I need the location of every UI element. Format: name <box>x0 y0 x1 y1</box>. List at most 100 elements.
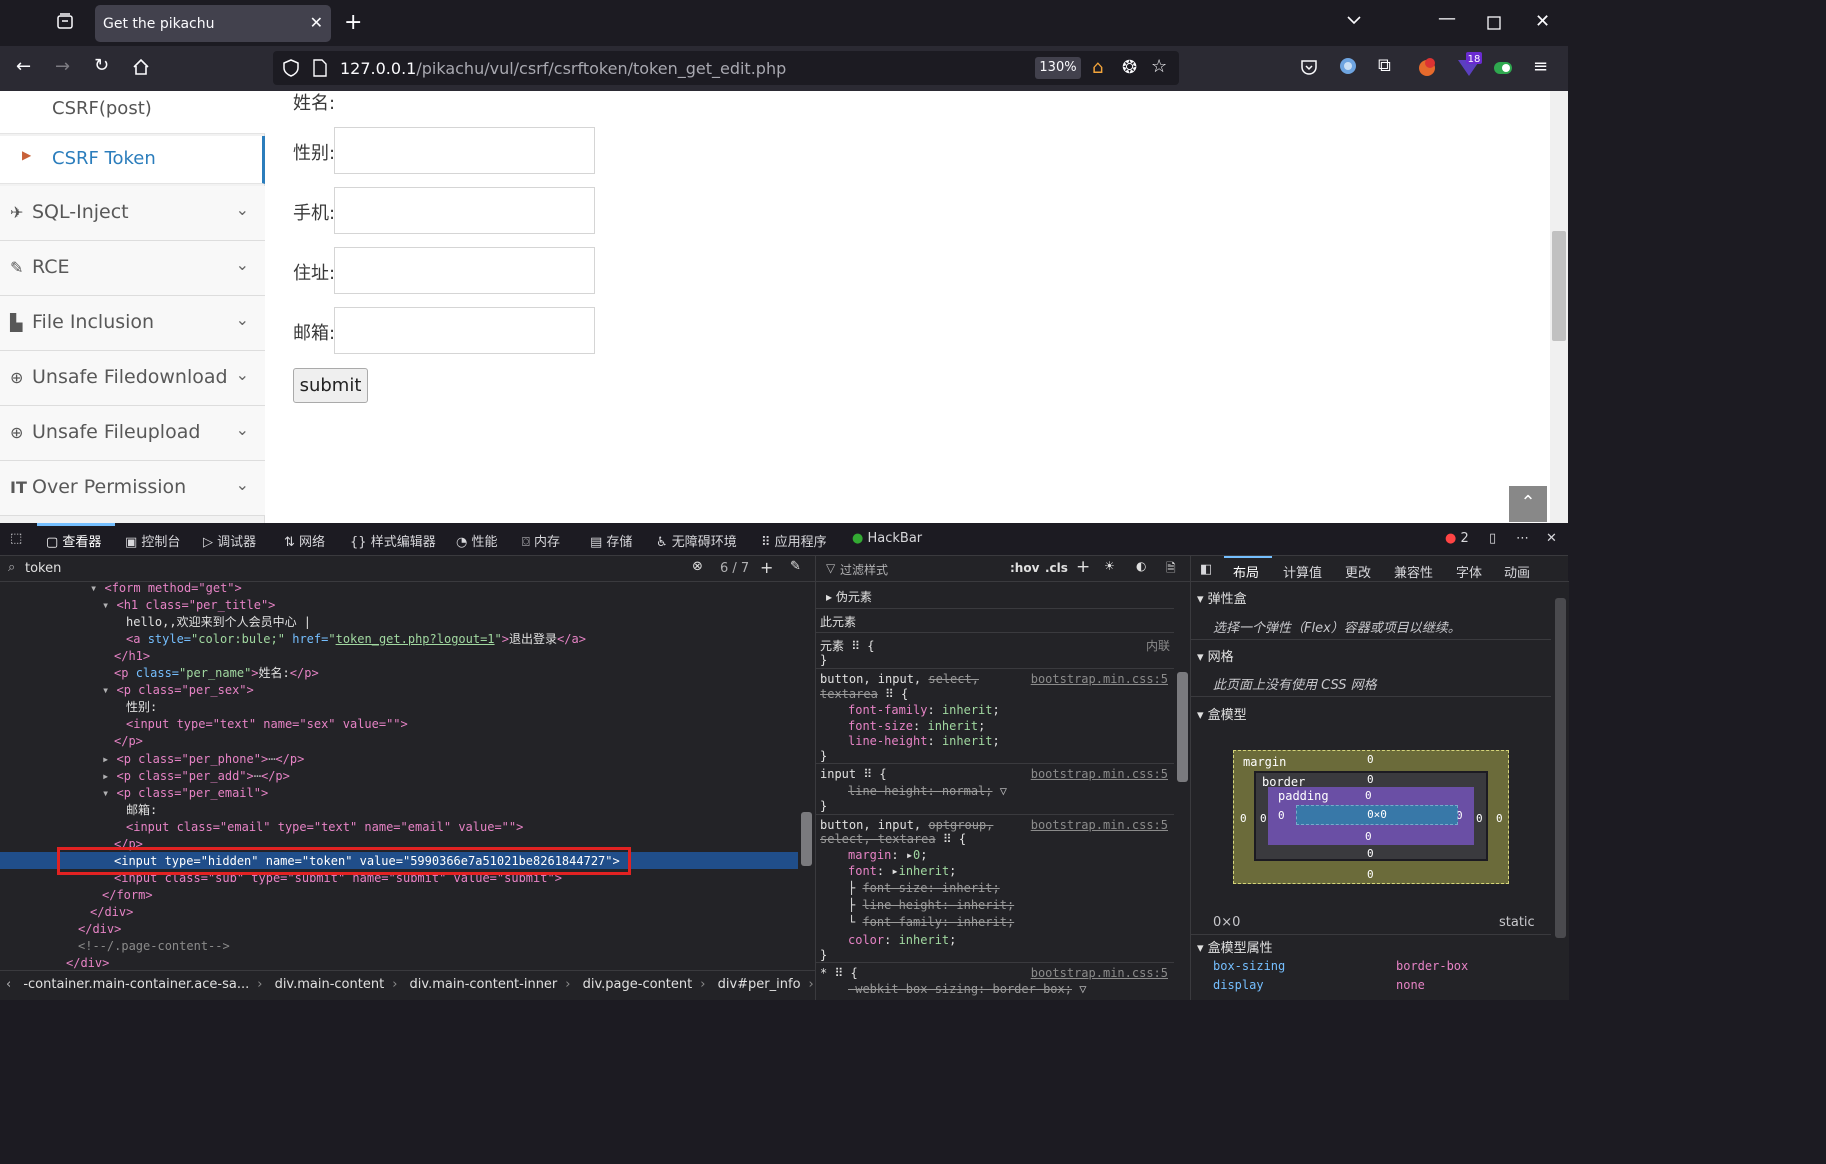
fingerprint-icon[interactable]: ❂ <box>1122 57 1137 78</box>
search-input[interactable]: token <box>25 561 61 576</box>
layout-scrollbar-thumb[interactable] <box>1555 598 1566 938</box>
filter-icon[interactable]: ▽ <box>1000 784 1007 798</box>
stylesheet-link[interactable]: bootstrap.min.css:5 <box>1031 767 1168 781</box>
expand-arrow-icon[interactable]: ▸ <box>906 848 913 862</box>
rule-selector[interactable]: button, input, optgroup, <box>820 818 993 832</box>
new-tab-icon[interactable]: + <box>344 10 362 35</box>
maximize-icon[interactable] <box>1487 14 1501 35</box>
markup-line[interactable]: ▸ <p class="per_add">⋯</p> <box>102 768 290 785</box>
add-rule-icon[interactable]: + <box>1076 557 1090 577</box>
markup-line[interactable]: </h1> <box>114 648 150 665</box>
eyedropper-icon[interactable]: ✎ <box>790 559 801 574</box>
expand-arrow-icon[interactable]: ▸ <box>891 864 898 878</box>
sidebar-item-csrf-token[interactable]: ▶ CSRF Token <box>0 136 265 184</box>
expand-arrow-icon[interactable]: ▾ <box>90 581 97 595</box>
bookmark-star-icon[interactable]: ☆ <box>1151 56 1167 77</box>
tab-performance[interactable]: ◔ 性能 <box>456 531 498 550</box>
css-declaration[interactable]: font: ▸inherit; <box>848 864 956 878</box>
hamburger-menu-icon[interactable]: ≡ <box>1533 56 1548 77</box>
ellipsis-icon[interactable]: ⋯ <box>268 752 275 766</box>
minimize-icon[interactable]: — <box>1438 8 1456 29</box>
ellipsis-icon[interactable]: ⋯ <box>254 769 261 783</box>
markup-line[interactable]: </p> <box>114 733 143 750</box>
toggle-extension-icon[interactable] <box>1494 59 1512 80</box>
print-media-icon[interactable]: 🗎 <box>1166 559 1176 580</box>
markup-line[interactable]: ▾ <p class="per_sex"> <box>102 682 254 699</box>
browser-tab[interactable]: Get the pikachu ✕ <box>95 5 331 42</box>
markup-line[interactable]: </div> <box>90 904 133 921</box>
close-devtools-icon[interactable]: ✕ <box>1546 531 1557 546</box>
globe-icon[interactable] <box>1339 57 1357 80</box>
tab-style-editor[interactable]: {} 样式编辑器 <box>350 531 436 550</box>
tab-inspector[interactable]: ▢ 查看器 <box>46 531 101 550</box>
tab-hackbar[interactable]: ● HackBar <box>852 531 922 546</box>
markup-line[interactable]: <p class="per_name">姓名:</p> <box>114 665 319 682</box>
border-left-value[interactable]: 0 <box>1260 812 1267 825</box>
phone-input[interactable] <box>334 187 595 234</box>
sidebar-menu-rce[interactable]: ✎ RCE ⌄ <box>0 241 265 296</box>
forward-icon[interactable]: → <box>55 56 70 77</box>
markup-line[interactable]: </form> <box>102 887 153 904</box>
home-icon[interactable] <box>132 58 150 81</box>
markup-view[interactable]: ▾ <form method="get"> ▾ <h1 class="per_t… <box>0 580 798 970</box>
light-mode-icon[interactable]: ☀ <box>1104 559 1115 573</box>
error-count[interactable]: ● 2 <box>1445 531 1469 546</box>
rule-selector[interactable]: button, input, select, <box>820 672 979 686</box>
filter-icon[interactable]: ▽ <box>1079 982 1086 996</box>
stylesheet-link[interactable]: bootstrap.min.css:5 <box>1031 672 1168 686</box>
border-top-value[interactable]: 0 <box>1367 773 1374 786</box>
tab-application[interactable]: ⠿ 应用程序 <box>761 531 827 550</box>
page-scrollbar[interactable] <box>1550 91 1568 523</box>
css-declaration-overridden[interactable]: -webkit-box-sizing: border-box; ▽ <box>848 982 1086 996</box>
add-node-icon[interactable]: + <box>760 558 773 577</box>
toggle-sidebar-icon[interactable]: ◧ <box>1200 562 1212 577</box>
markup-line[interactable]: ▾ <form method="get"> <box>90 580 242 597</box>
close-window-icon[interactable]: ✕ <box>1535 11 1550 32</box>
markup-line[interactable]: </div> <box>78 921 121 938</box>
submit-button[interactable]: submit <box>293 368 368 403</box>
breadcrumb-item[interactable]: div.page-content <box>583 977 693 992</box>
css-declaration-overridden[interactable]: line-height: normal; ▽ <box>848 784 1007 798</box>
tab-computed[interactable]: 计算值 <box>1283 562 1322 581</box>
markup-comment[interactable]: <!--/.page-content--> <box>78 938 230 955</box>
margin-top-value[interactable]: 0 <box>1367 753 1374 766</box>
stylesheet-link[interactable]: bootstrap.min.css:5 <box>1031 966 1168 980</box>
element-rule-selector[interactable]: 元素 ⠿ { <box>820 637 874 654</box>
box-model-margin[interactable]: margin 0 0 0 0 border 0 0 0 0 padding 0 … <box>1233 750 1509 884</box>
breadcrumb-item[interactable]: div.main-content <box>275 977 385 992</box>
pseudo-elements-header[interactable]: ▸ 伪元素 <box>826 588 872 605</box>
clear-search-icon[interactable]: ⊗ <box>692 559 703 574</box>
dock-icon[interactable]: ▯ <box>1489 531 1496 546</box>
border-right-value[interactable]: 0 <box>1476 812 1483 825</box>
url-bar[interactable]: 127.0.0.1/pikachu/vul/csrf/csrftoken/tok… <box>273 51 1179 85</box>
tab-changes[interactable]: 更改 <box>1345 562 1371 581</box>
filter-styles-input[interactable]: 过滤样式 <box>840 561 888 578</box>
box-model-properties-header[interactable]: ▾ 盒模型属性 <box>1197 937 1273 956</box>
markup-scrollbar[interactable] <box>798 582 815 970</box>
page-scrollbar-thumb[interactable] <box>1552 231 1566 341</box>
tab-layout[interactable]: 布局 <box>1233 562 1259 581</box>
back-to-top-button[interactable]: ⌃ <box>1509 486 1547 522</box>
css-subdeclaration[interactable]: ├ line-height: inherit; <box>848 898 1014 912</box>
box-model-content[interactable]: 0×0 <box>1296 805 1458 825</box>
markup-line[interactable]: <input class="email" type="text" name="e… <box>126 819 523 836</box>
border-bottom-value[interactable]: 0 <box>1367 847 1374 860</box>
tab-compatibility[interactable]: 兼容性 <box>1394 562 1433 581</box>
breadcrumb-item[interactable]: div#per_info <box>718 977 801 992</box>
email-input[interactable] <box>334 307 595 354</box>
box-model-section-header[interactable]: ▾ 盒模型 <box>1197 704 1247 723</box>
css-declaration[interactable]: font-family: inherit; <box>848 703 1000 717</box>
dark-mode-icon[interactable]: ◐ <box>1136 559 1146 573</box>
box-model-padding[interactable]: padding 0 0 0 0 0×0 <box>1268 787 1474 845</box>
stylesheet-link[interactable]: bootstrap.min.css:5 <box>1031 818 1168 832</box>
tab-memory[interactable]: ⌼ 内存 <box>522 531 560 550</box>
tab-accessibility[interactable]: ♿ 无障碍环境 <box>656 531 737 550</box>
markup-line[interactable]: ▾ <h1 class="per_title"> <box>102 597 275 614</box>
rules-scrollbar-thumb[interactable] <box>1177 672 1188 782</box>
collapse-arrow-icon[interactable]: ▸ <box>102 752 109 766</box>
markup-scrollbar-thumb[interactable] <box>801 812 812 866</box>
breadcrumb-back-icon[interactable]: ‹ <box>6 977 11 992</box>
chevron-down-icon[interactable] <box>1346 12 1362 33</box>
sidebar-menu-unsafe-filedownload[interactable]: ⊕ Unsafe Filedownload ⌄ <box>0 351 265 406</box>
more-options-icon[interactable]: ⋯ <box>1516 531 1529 546</box>
